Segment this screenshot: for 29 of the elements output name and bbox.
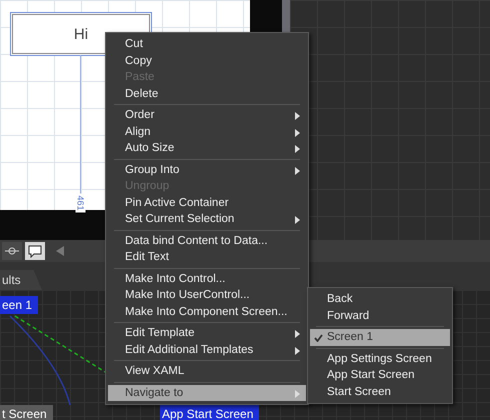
menu-item[interactable]: Set Current Selection <box>108 211 306 228</box>
menu-item[interactable]: Pin Active Container <box>108 194 306 211</box>
menu-item[interactable]: Align <box>108 124 306 140</box>
menu-item[interactable]: Data bind Content to Data... <box>108 232 306 249</box>
menu-item[interactable]: App Settings Screen <box>310 350 450 367</box>
menu-item[interactable]: Group Into <box>108 162 306 178</box>
measure-label: 461 <box>76 193 86 213</box>
tab[interactable]: ults <box>0 270 42 290</box>
menu-item[interactable]: Make Into Control... <box>108 270 306 287</box>
menu-item[interactable]: Edit Text <box>108 249 306 266</box>
menu-item[interactable]: Make Into UserControl... <box>108 287 306 304</box>
menu-item[interactable]: Forward <box>310 308 450 324</box>
menu-item[interactable]: Delete <box>108 86 306 102</box>
menu-item[interactable]: Navigate to <box>108 384 306 401</box>
menu-item[interactable]: Start Screen <box>310 384 450 400</box>
screen-node[interactable]: een 1 <box>0 296 38 314</box>
menu-item[interactable]: Auto Size <box>108 140 306 156</box>
menu-item[interactable]: Screen 1 <box>310 329 450 346</box>
speech-bubble-icon[interactable] <box>25 242 45 260</box>
menu-item[interactable]: Order <box>108 107 306 124</box>
menu-item[interactable]: Back <box>310 291 450 308</box>
menu-item[interactable]: App Start Screen <box>310 367 450 384</box>
screen-node[interactable]: t Screen <box>0 405 53 420</box>
crosshair-icon[interactable] <box>2 242 22 260</box>
menu-item[interactable]: Edit Additional Templates <box>108 342 306 358</box>
left-arrow-icon[interactable] <box>56 246 64 256</box>
menu-item[interactable]: Make Into Component Screen... <box>108 304 306 320</box>
menu-item[interactable]: View XAML <box>108 363 306 380</box>
menu-item[interactable]: Edit Template <box>108 325 306 342</box>
